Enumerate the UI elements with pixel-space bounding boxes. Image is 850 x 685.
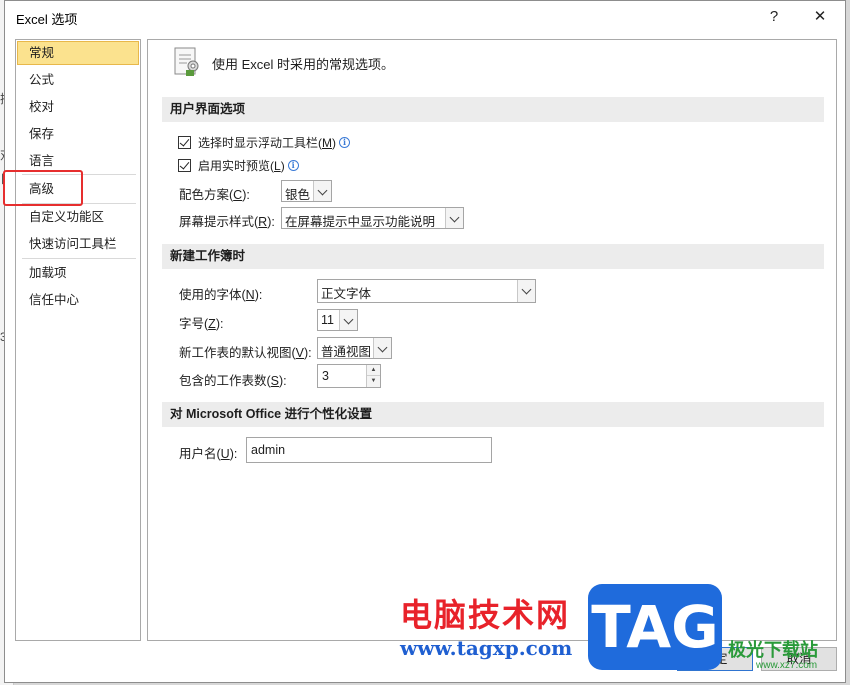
- dialog-title: Excel 选项: [16, 12, 78, 27]
- show-mini-toolbar-row[interactable]: 选择时显示浮动工具栏(M) i: [178, 132, 350, 152]
- spin-up-icon[interactable]: ▲: [367, 365, 380, 376]
- live-preview-checkbox[interactable]: [178, 158, 191, 172]
- spin-down-icon[interactable]: ▼: [367, 376, 380, 387]
- nav-item-addins[interactable]: 加载项: [17, 261, 139, 285]
- username-input[interactable]: admin: [246, 437, 492, 463]
- sheet-count-label: 包含的工作表数(S):: [179, 374, 287, 388]
- nav-item-language[interactable]: 语言: [17, 149, 139, 173]
- watermark-site-url: www.xz7.com: [756, 660, 818, 671]
- default-view-value: 普通视图: [321, 345, 372, 359]
- nav-item-save[interactable]: 保存: [17, 122, 139, 146]
- chevron-down-icon[interactable]: [313, 181, 331, 201]
- font-size-value: 11: [321, 313, 334, 327]
- nav-item-proofing[interactable]: 校对: [17, 95, 139, 119]
- options-nav: 常规 公式 校对 保存 语言 高级 自定义功能区 快速访问工具栏 加载项 信任中…: [15, 39, 141, 641]
- color-scheme-value: 银色: [285, 188, 311, 202]
- font-dropdown[interactable]: 正文字体: [317, 279, 536, 303]
- default-view-label: 新工作表的默认视图(V):: [179, 346, 312, 360]
- watermark-text: 电脑技术网: [400, 596, 571, 634]
- page-header-text: 使用 Excel 时采用的常规选项。: [212, 57, 395, 72]
- chevron-down-icon[interactable]: [517, 280, 535, 302]
- info-icon[interactable]: i: [339, 136, 350, 148]
- section-ui-options: 用户界面选项: [162, 97, 824, 122]
- font-size-label: 字号(Z):: [179, 317, 224, 331]
- show-mini-toolbar-checkbox[interactable]: [178, 135, 191, 149]
- color-scheme-label: 配色方案(C):: [179, 188, 250, 202]
- title-bar: Excel 选项 ? ✕: [5, 1, 845, 33]
- section-new-workbook: 新建工作簿时: [162, 244, 824, 269]
- section-personalize-office: 对 Microsoft Office 进行个性化设置: [162, 402, 824, 427]
- excel-options-dialog: Excel 选项 ? ✕ 常规 公式 校对 保存 语言 高级 自定义功能区 快速…: [3, 0, 846, 683]
- nav-item-trust-center[interactable]: 信任中心: [17, 288, 139, 312]
- live-preview-label: 启用实时预览(L): [198, 158, 285, 173]
- nav-item-formulas[interactable]: 公式: [17, 68, 139, 92]
- nav-separator: [22, 203, 136, 204]
- screentip-style-value: 在屏幕提示中显示功能说明: [285, 215, 436, 229]
- chevron-down-icon[interactable]: [339, 310, 357, 330]
- nav-item-quick-access-toolbar[interactable]: 快速访问工具栏: [17, 232, 139, 256]
- nav-separator: [22, 174, 136, 175]
- help-button[interactable]: ?: [757, 5, 791, 29]
- default-view-dropdown[interactable]: 普通视图: [317, 337, 392, 359]
- font-label: 使用的字体(N):: [179, 288, 263, 302]
- font-value: 正文字体: [321, 287, 372, 301]
- nav-item-general[interactable]: 常规: [17, 41, 139, 65]
- watermark-url: www.tagxp.com: [400, 636, 573, 660]
- screentip-style-dropdown[interactable]: 在屏幕提示中显示功能说明: [281, 207, 464, 229]
- sheet-count-spinner[interactable]: 3 ▲ ▼: [317, 364, 381, 388]
- general-options-icon: [174, 47, 199, 76]
- sheet-count-value: 3: [322, 369, 329, 383]
- watermark-tag-logo: TAG: [588, 584, 722, 670]
- chevron-down-icon[interactable]: [373, 338, 391, 358]
- show-mini-toolbar-label: 选择时显示浮动工具栏(M): [198, 135, 336, 150]
- watermark-site-name: 极光下载站: [728, 640, 818, 660]
- screentip-style-label: 屏幕提示样式(R):: [179, 215, 275, 229]
- username-label: 用户名(U):: [179, 447, 238, 461]
- close-button[interactable]: ✕: [803, 5, 837, 29]
- color-scheme-dropdown[interactable]: 银色: [281, 180, 332, 202]
- general-options-pane: 使用 Excel 时采用的常规选项。 用户界面选项 选择时显示浮动工具栏(M) …: [147, 39, 837, 641]
- live-preview-row[interactable]: 启用实时预览(L) i: [178, 155, 299, 175]
- nav-item-customize-ribbon[interactable]: 自定义功能区: [17, 205, 139, 229]
- username-value: admin: [251, 443, 286, 457]
- font-size-dropdown[interactable]: 11: [317, 309, 358, 331]
- nav-item-advanced[interactable]: 高级: [17, 177, 139, 201]
- chevron-down-icon[interactable]: [445, 208, 463, 228]
- info-icon[interactable]: i: [287, 159, 299, 171]
- nav-separator: [22, 258, 136, 259]
